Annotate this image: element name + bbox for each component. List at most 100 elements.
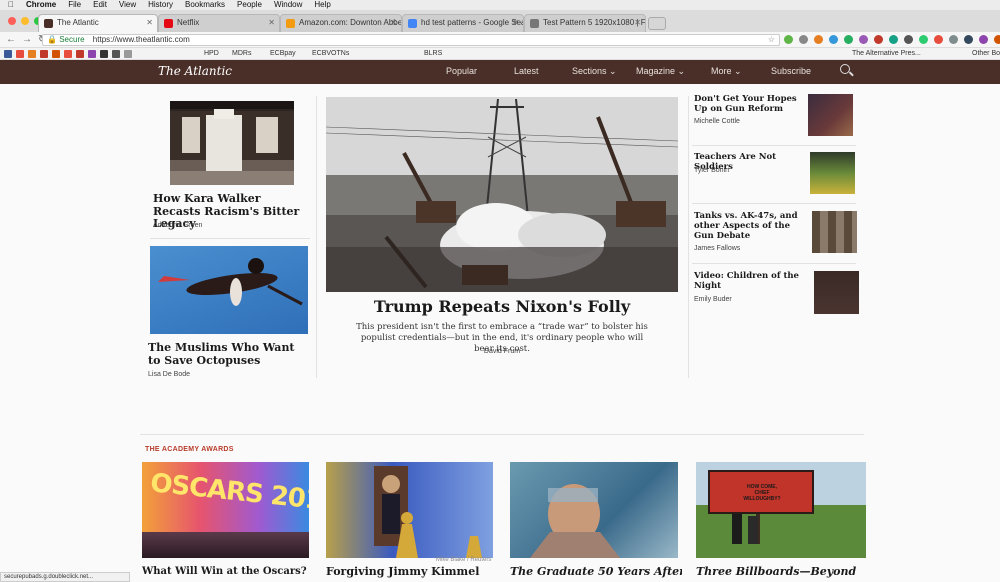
menu-people[interactable]: People [237,0,262,10]
kara-walker-byline[interactable]: Adrienne Green [153,222,202,229]
oscars-2018-image[interactable]: OSCARS 2018 [142,462,309,558]
menu-window[interactable]: Window [274,0,302,10]
extension-icon[interactable] [889,35,898,44]
extension-icon[interactable] [799,35,808,44]
side-byline-gun-reform[interactable]: Michelle Cottle [694,118,740,125]
tab-test-pattern[interactable]: Test Pattern 5 1920x1080 | Fr ✕ [524,14,646,32]
tab-google-search[interactable]: hd test patterns - Google Sea ✕ [402,14,524,32]
tab-netflix[interactable]: Netflix ✕ [158,14,280,32]
tanks-thumbnail[interactable] [812,211,857,253]
search-icon[interactable] [840,64,850,74]
side-headline-gun-reform[interactable]: Don't Get Your Hopes Up on Gun Reform [694,94,802,115]
address-bar[interactable]: 🔒 Secure https://www.theatlantic.com ☆ [42,34,780,46]
extension-icon[interactable] [784,35,793,44]
muslims-octopuses-byline[interactable]: Lisa De Bode [148,371,190,378]
nav-sections[interactable]: Sections ⌄ [572,66,617,77]
extension-icons [784,35,1000,44]
menu-edit[interactable]: Edit [93,0,107,10]
bookmark-ecbvotns[interactable]: ECBVOTNs [312,48,349,59]
trump-nixon-feature-image[interactable] [326,97,678,292]
extension-icon[interactable] [859,35,868,44]
menu-bookmarks[interactable]: Bookmarks [185,0,225,10]
apple-icon[interactable]:  [8,0,14,10]
bookmark-icon[interactable] [88,50,96,58]
three-billboards-image[interactable]: HOW COME, CHIEF WILLOUGHBY? [696,462,866,558]
menu-view[interactable]: View [119,0,136,10]
nav-magazine[interactable]: Magazine ⌄ [636,66,685,77]
bookmark-icon[interactable] [100,50,108,58]
extension-icon[interactable] [904,35,913,44]
bookmark-icon[interactable] [76,50,84,58]
teachers-thumbnail[interactable] [810,152,855,194]
other-bookmarks[interactable]: Other Bo [972,48,1000,59]
bookmark-icon[interactable] [52,50,60,58]
close-tab-icon[interactable]: ✕ [634,15,641,31]
tab-the-atlantic[interactable]: The Atlantic ✕ [38,14,158,32]
tab-amazon[interactable]: Amazon.com: Downton Abbey ✕ [280,14,402,32]
bookmark-icon[interactable] [16,50,24,58]
bookmark-ecbpay[interactable]: ECBpay [270,48,296,59]
close-tab-icon[interactable]: ✕ [390,15,397,31]
extension-icon[interactable] [844,35,853,44]
card-headline-graduate[interactable]: The Graduate 50 Years After Its [510,566,682,579]
extension-icon[interactable] [979,35,988,44]
extension-icon[interactable] [949,35,958,44]
side-divider [692,263,856,264]
extension-icon[interactable] [829,35,838,44]
card-headline-kimmel[interactable]: Forgiving Jimmy Kimmel [326,566,496,579]
children-night-thumbnail[interactable] [814,271,859,314]
nav-label: Magazine [636,66,676,76]
side-byline-children[interactable]: Emily Buder [694,296,732,303]
nav-more[interactable]: More ⌄ [711,66,742,77]
bookmark-icon[interactable] [64,50,72,58]
forward-arrow-icon[interactable]: → [22,34,32,45]
close-tab-icon[interactable]: ✕ [146,15,153,31]
the-graduate-image[interactable] [510,462,678,558]
side-headline-tanks[interactable]: Tanks vs. AK-47s, and other Aspects of t… [694,211,804,241]
extension-icon[interactable] [814,35,823,44]
atlantic-logo[interactable]: The Atlantic [158,64,232,78]
extension-icon[interactable] [874,35,883,44]
close-window-button[interactable] [8,17,16,25]
octopus-swimmer-image[interactable] [150,246,308,334]
menu-app-chrome[interactable]: Chrome [26,0,56,10]
menu-help[interactable]: Help [314,0,330,10]
bookmark-icon[interactable] [124,50,132,58]
nav-subscribe[interactable]: Subscribe [771,66,811,76]
chevron-down-icon: ⌄ [734,66,742,76]
bookmark-icon[interactable] [40,50,48,58]
kara-walker-image[interactable] [170,101,294,185]
bookmark-mdrs[interactable]: MDRs [232,48,251,59]
close-tab-icon[interactable]: ✕ [512,15,519,31]
nav-latest[interactable]: Latest [514,66,539,76]
minimize-window-button[interactable] [21,17,29,25]
card-headline-billboards[interactable]: Three Billboards—Beyond [696,566,866,579]
side-headline-children[interactable]: Video: Children of the Night [694,271,804,292]
nav-popular[interactable]: Popular [446,66,477,76]
bookmark-alternative-press[interactable]: The Alternative Pres... [852,48,921,59]
bookmark-blrs[interactable]: BLRS [424,48,442,59]
extension-icon[interactable] [964,35,973,44]
gun-reform-thumbnail[interactable] [808,94,853,136]
extension-icon[interactable] [994,35,1000,44]
jimmy-kimmel-image[interactable] [326,462,493,558]
menu-file[interactable]: File [68,0,81,10]
extension-icon[interactable] [919,35,928,44]
muslims-octopuses-headline[interactable]: The Muslims Who Want to Save Octopuses [148,341,310,367]
menu-history[interactable]: History [148,0,173,10]
bookmark-icon[interactable] [112,50,120,58]
bookmark-icon[interactable] [28,50,36,58]
back-arrow-icon[interactable]: ← [6,34,16,45]
bookmark-icon[interactable] [4,50,12,58]
close-tab-icon[interactable]: ✕ [268,15,275,31]
card-headline-oscars[interactable]: What Will Win at the Oscars? [142,566,312,578]
academy-awards-section-label[interactable]: THE ACADEMY AWARDS [145,446,234,453]
bookmark-star-icon[interactable]: ☆ [768,35,775,45]
bookmark-hpd[interactable]: HPD [204,48,219,59]
main-headline[interactable]: Trump Repeats Nixon's Folly [326,297,678,316]
main-byline[interactable]: David Frum [326,348,678,355]
side-byline-teachers[interactable]: Tyler Bonin [694,167,729,174]
extension-icon[interactable] [934,35,943,44]
new-tab-button[interactable] [648,17,666,30]
side-byline-tanks[interactable]: James Fallows [694,245,740,252]
